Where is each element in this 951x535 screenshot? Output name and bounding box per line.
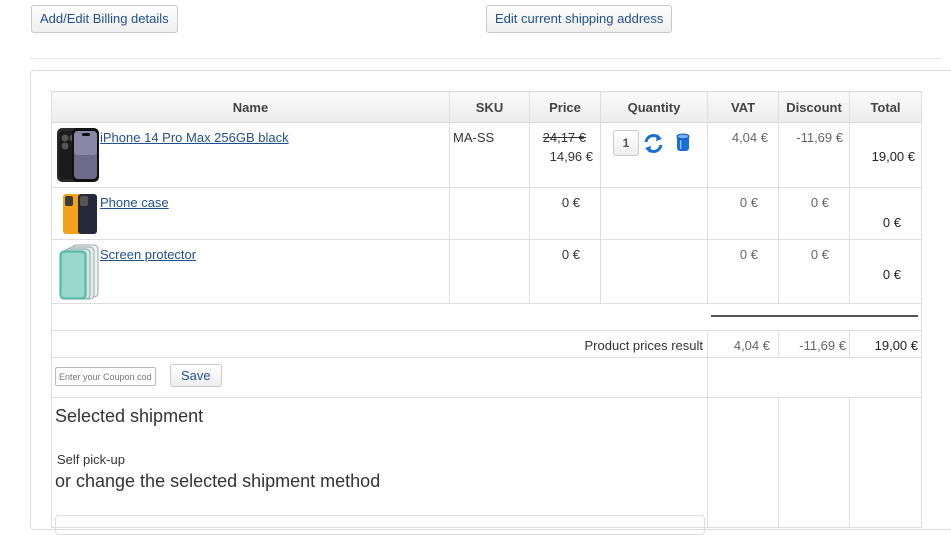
header-discount: Discount [778,91,850,123]
divider [30,58,942,59]
header-vat: VAT [707,91,779,123]
cell-sku: MA-SS [449,122,530,188]
cell-price: 0 € [529,187,601,240]
product-link[interactable]: iPhone 14 Pro Max 256GB black [100,130,289,145]
cell-total: 19,00 € [849,122,922,188]
vat-value: 0 € [739,195,758,210]
result-vat-cell: 4,04 € [707,330,779,358]
shipment-title: Selected shipment [55,406,204,426]
price-value: 0 € [561,247,580,262]
result-label-cell: Product prices result [51,330,708,358]
coupon-input[interactable] [55,367,156,386]
divider-row [51,303,922,331]
save-coupon-button[interactable]: Save [170,364,222,387]
shipment-row: Selected shipment Self pick-up or change… [51,397,922,535]
refresh-icon[interactable] [643,133,664,154]
discount-value: 0 € [810,247,829,262]
cell-sku [449,239,530,304]
discount-value: -11,69 € [796,130,843,145]
result-discount-cell: -11,69 € [778,330,850,358]
shipment-total-cell [849,397,922,528]
result-total: 19,00 € [874,338,918,353]
table-header-row: Name SKU Price Quantity VAT Discount Tot… [51,91,922,123]
coupon-cell: Save [51,357,708,398]
total-separator [710,315,918,317]
result-vat: 4,04 € [733,338,770,353]
edit-shipping-button[interactable]: Edit current shipping address [486,5,673,33]
cell-vat: 0 € [707,187,779,240]
product-link[interactable]: Screen protector [100,247,196,262]
header-sku: SKU [449,91,530,123]
result-label: Product prices result [584,338,704,353]
price-discounted: 14,96 € [549,149,593,164]
shipment-method: Self pick-up [57,452,125,467]
result-row: Product prices result 4,04 € -11,69 € 19… [51,330,922,358]
shipment-methods-box [55,515,705,535]
table-row: Screen protector 0 € 0 € 0 € 0 € [51,239,922,304]
cell-price: 24,17 € 14,96 € [529,122,601,188]
sku-value: MA-SS [453,130,495,145]
cell-vat: 4,04 € [707,122,779,188]
cell-name: iPhone 14 Pro Max 256GB black [51,122,450,188]
cell-vat: 0 € [707,239,779,304]
cell-total: 0 € [849,187,922,240]
header-price: Price [529,91,601,123]
divider-cell-right [707,303,922,331]
trash-icon[interactable] [676,133,690,152]
coupon-row: Save [51,357,922,398]
header-name: Name [51,91,450,123]
product-link[interactable]: Phone case [100,195,169,210]
edit-billing-button[interactable]: Add/Edit Billing details [31,5,178,33]
result-total-cell: 19,00 € [849,330,922,358]
cell-sku [449,187,530,240]
cell-name: Phone case [51,187,450,240]
header-total: Total [849,91,922,123]
phone-image-icon [57,128,99,182]
vat-value: 4,04 € [731,130,768,145]
shipment-vat-cell [707,397,779,528]
phone-case-image-icon [63,194,97,234]
shipment-cell: Selected shipment Self pick-up or change… [51,397,708,535]
total-value: 0 € [882,267,901,282]
cell-discount: -11,69 € [778,122,850,188]
coupon-spacer-cell [707,357,922,398]
discount-value: 0 € [810,195,829,210]
cell-discount: 0 € [778,187,850,240]
screen-protector-image-icon [59,244,99,300]
header-quantity: Quantity [600,91,708,123]
price-original: 24,17 € [542,130,586,145]
table-row: Phone case 0 € 0 € 0 € 0 € [51,187,922,240]
cell-price: 0 € [529,239,601,304]
cell-quantity [600,187,708,240]
result-discount: -11,69 € [799,338,846,353]
quantity-input[interactable]: 1 [613,130,639,156]
total-value: 19,00 € [871,149,915,164]
table-row: iPhone 14 Pro Max 256GB black MA-SS 24,1… [51,122,922,188]
cart-table: Name SKU Price Quantity VAT Discount Tot… [51,91,922,535]
cell-quantity: 1 [600,122,708,188]
cell-total: 0 € [849,239,922,304]
cell-name: Screen protector [51,239,450,304]
vat-value: 0 € [739,247,758,262]
total-value: 0 € [882,215,901,230]
cell-discount: 0 € [778,239,850,304]
shipment-discount-cell [778,397,850,528]
price-value: 0 € [561,195,580,210]
divider-cell-left [51,303,708,331]
change-shipment-label: or change the selected shipment method [55,471,381,491]
cell-quantity [600,239,708,304]
